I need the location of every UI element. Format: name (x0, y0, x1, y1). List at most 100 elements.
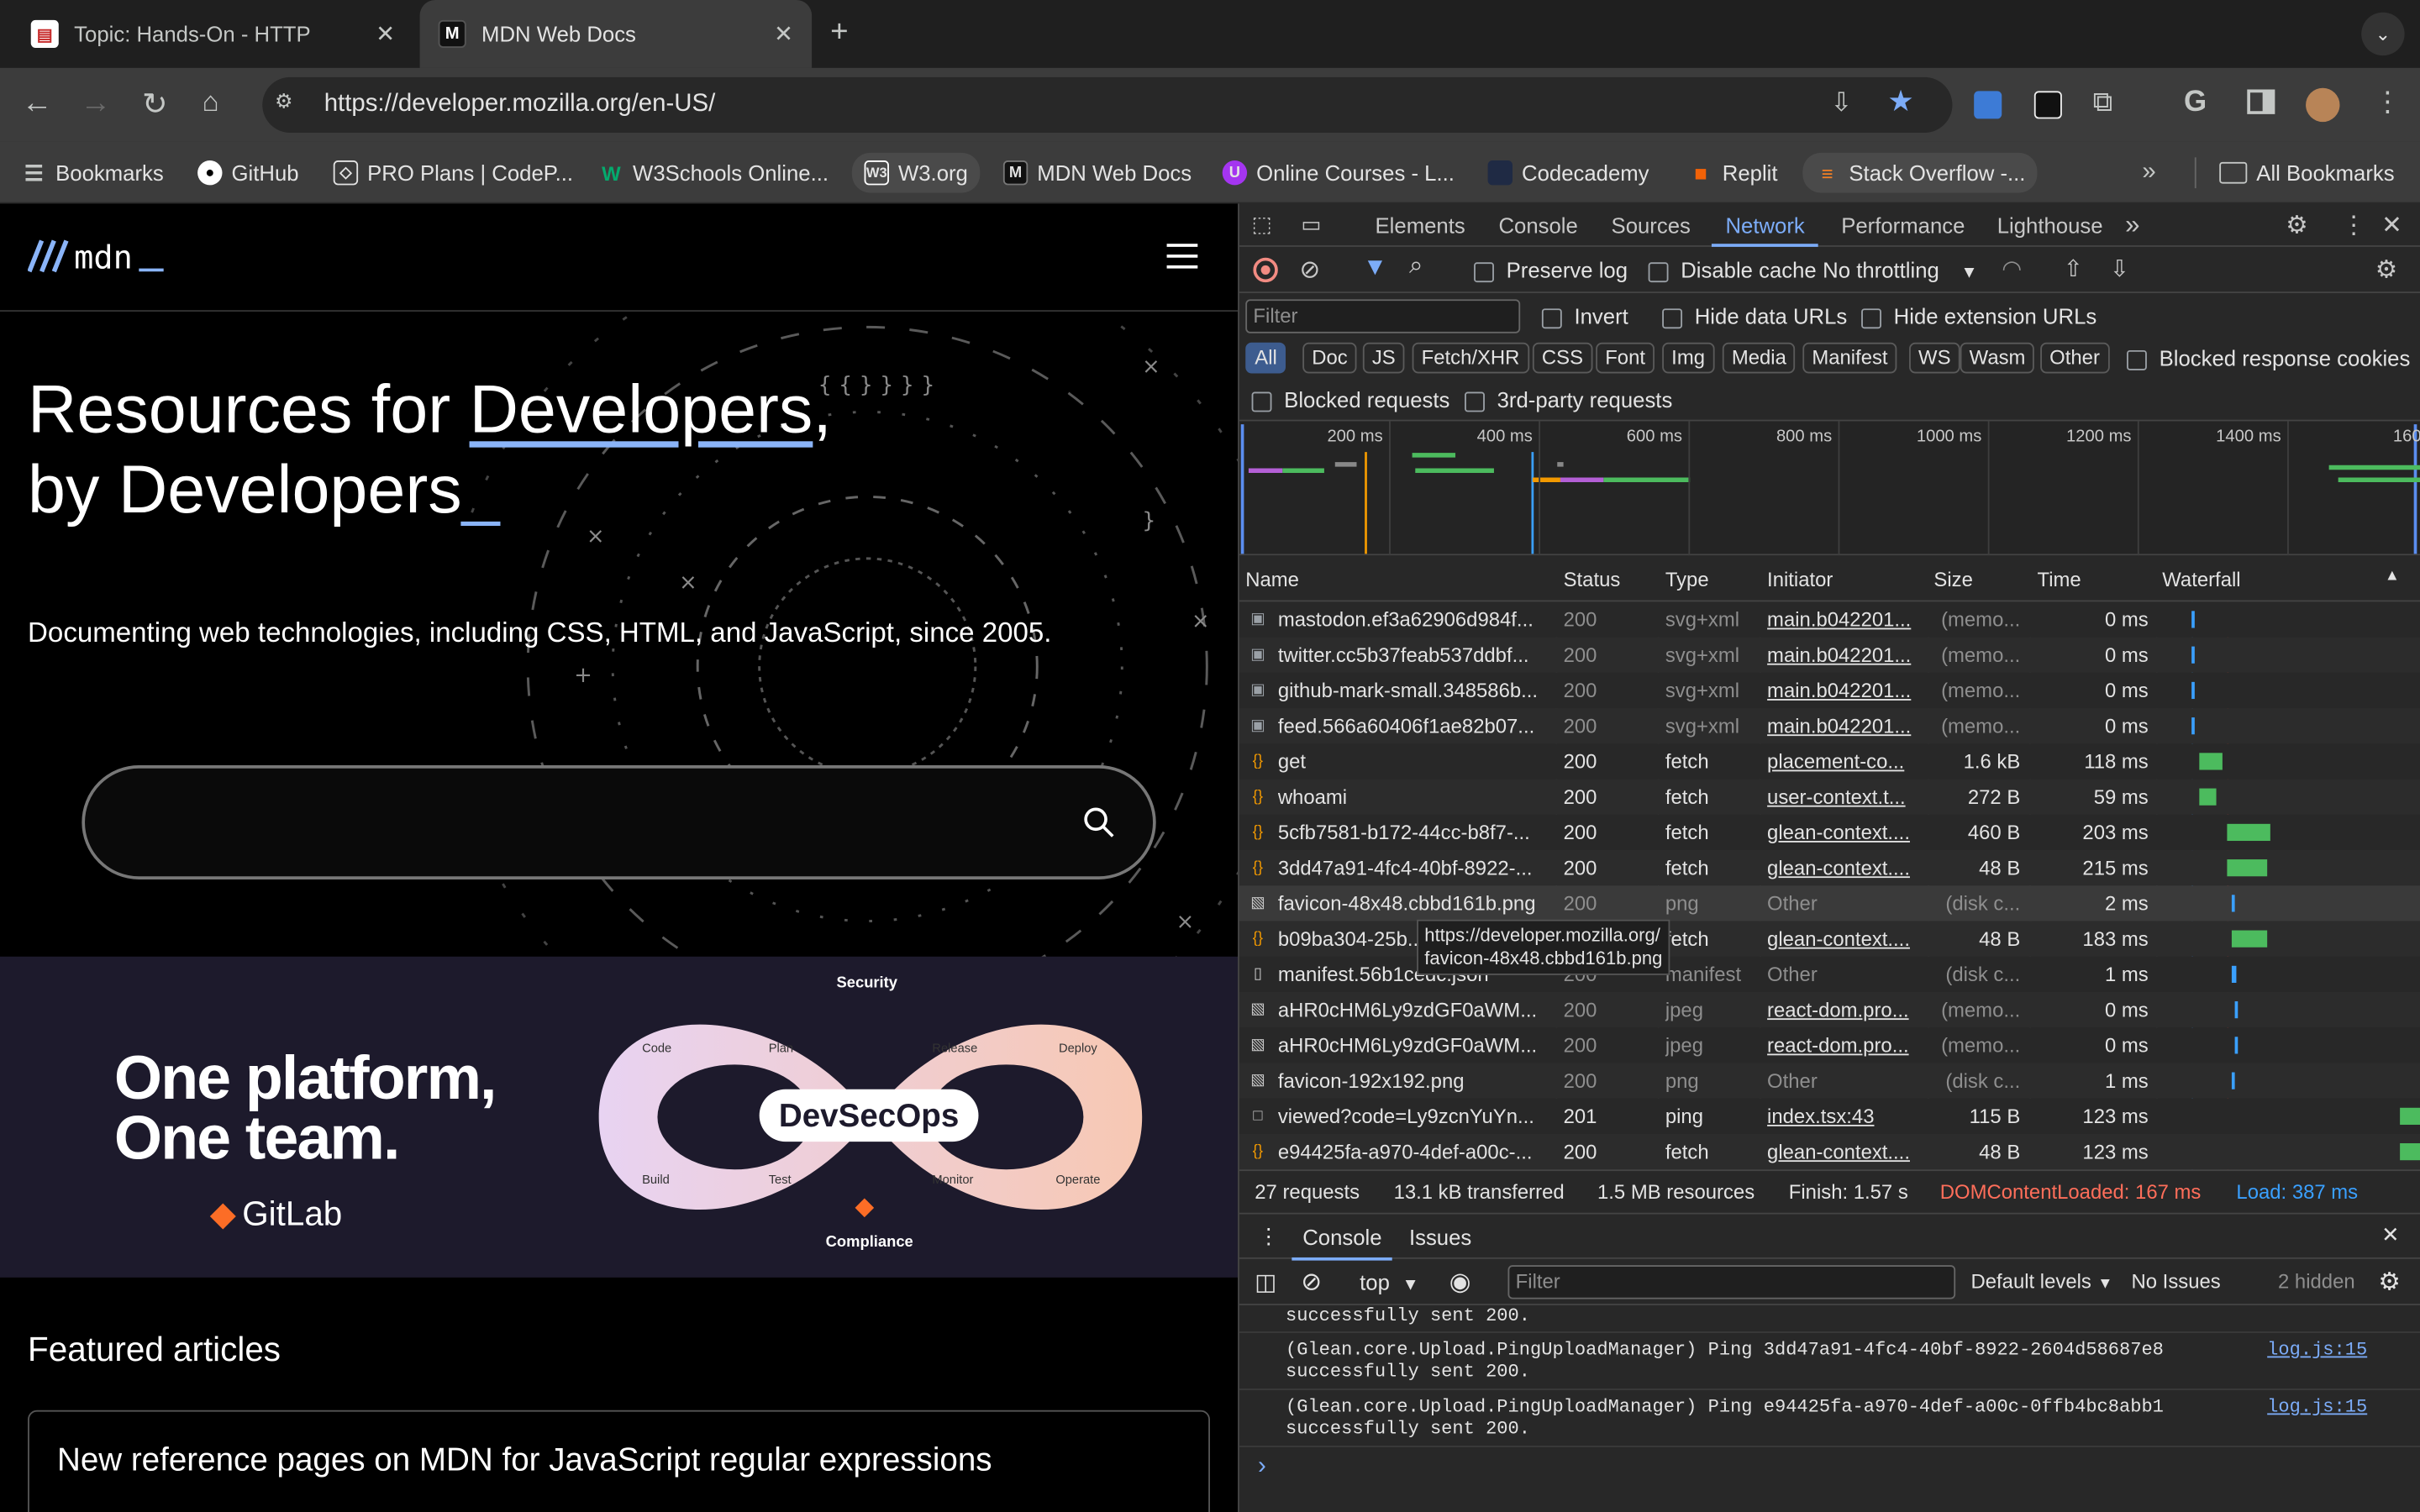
cell-name[interactable]: favicon-48x48.cbbd161b.png (1278, 885, 1549, 921)
cell-initiator[interactable]: Other (1767, 885, 1918, 921)
cell-name[interactable]: aHR0cHM6Ly9zdGF0aWM... (1278, 1027, 1549, 1063)
request-row[interactable]: ▣ github-mark-small.348586b... 200 svg+xml m… (1239, 672, 2420, 709)
hide-extension-urls-checkbox[interactable]: Hide extension URLs (1861, 304, 2096, 328)
close-tab-icon[interactable]: ✕ (774, 20, 793, 48)
filter-chip-fetch[interactable]: Fetch/XHR (1412, 342, 1529, 374)
filter-chip-css[interactable]: CSS (1532, 342, 1593, 374)
forward-icon[interactable]: → (81, 87, 112, 122)
request-row[interactable]: ▣ feed.566a60406f1ae82b07... 200 svg+xml mai… (1239, 708, 2420, 744)
search-icon[interactable]: ⌕ (1409, 253, 1423, 281)
cell-name[interactable]: github-mark-small.348586b... (1278, 673, 1549, 708)
request-row[interactable]: ▣ mastodon.ef3a62906d984f... 200 svg+xml mai… (1239, 601, 2420, 638)
article-card[interactable]: New reference pages on MDN for JavaScrip… (28, 1410, 1210, 1512)
extension-icon[interactable] (1974, 91, 2002, 119)
cell-initiator[interactable]: glean-context.... (1767, 921, 1918, 957)
tab-console[interactable]: Console (1498, 203, 1577, 246)
column-header-time[interactable]: Time (2037, 568, 2081, 591)
more-tabs-icon[interactable]: » (2125, 203, 2139, 246)
bookmark-item[interactable]: U Online Courses - L... (1222, 155, 1455, 192)
console-settings-icon[interactable]: ⚙ (2378, 1267, 2400, 1298)
drawer-tab-console[interactable]: Console (1292, 1215, 1393, 1261)
filter-chip-js[interactable]: JS (1362, 342, 1405, 374)
cell-initiator[interactable]: index.tsx:43 (1767, 1099, 1918, 1134)
cell-initiator[interactable]: react-dom.pro... (1767, 992, 1918, 1027)
bookmark-item[interactable]: Codecademy (1487, 155, 1649, 192)
close-devtools-icon[interactable]: ✕ (2381, 210, 2402, 241)
column-header-name[interactable]: Name (1245, 568, 1299, 591)
address-bar[interactable]: ⚙ https://developer.mozilla.org/en-US/ ⇩… (262, 76, 1953, 133)
request-row[interactable]: ▧ aHR0cHM6Ly9zdGF0aWM... 200 jpeg react-dom.… (1239, 992, 2420, 1028)
request-row[interactable]: ▧ aHR0cHM6Ly9zdGF0aWM... 200 jpeg react-dom.… (1239, 1027, 2420, 1063)
source-link[interactable]: log.js:15 (2267, 1339, 2367, 1361)
extension-icon[interactable] (2033, 91, 2062, 119)
reload-icon[interactable]: ↻ (142, 85, 168, 123)
live-expression-eye-icon[interactable]: ◉ (1449, 1267, 1471, 1298)
close-drawer-icon[interactable]: ✕ (2381, 1222, 2400, 1248)
bookmark-item[interactable]: W W3Schools Online... (599, 155, 829, 192)
bookmark-item[interactable]: M MDN Web Docs (1002, 155, 1192, 192)
tab-search-icon[interactable]: ⌄ (2361, 12, 2405, 56)
column-header-status[interactable]: Status (1564, 568, 1621, 591)
cell-initiator[interactable]: glean-context.... (1767, 850, 1918, 885)
avatar[interactable] (2306, 87, 2340, 123)
cell-initiator[interactable]: main.b042201... (1767, 673, 1918, 708)
device-toolbar-icon[interactable]: ▭ (1301, 212, 1321, 238)
request-row[interactable]: □ viewed?code=Ly9zcnYuYn... 201 ping index.t… (1239, 1098, 2420, 1134)
bookmark-star-icon[interactable]: ★ (1887, 85, 1913, 120)
more-options-icon[interactable]: ⋮ (2341, 210, 2365, 241)
drawer-tab-issues[interactable]: Issues (1409, 1225, 1471, 1249)
export-har-icon[interactable]: ⇩ (2110, 255, 2129, 282)
cell-name[interactable]: favicon-192x192.png (1278, 1063, 1549, 1099)
column-header-type[interactable]: Type (1665, 568, 1709, 591)
drawer-menu-icon[interactable]: ⋮ (1258, 1224, 1280, 1250)
cell-name[interactable]: twitter.cc5b37feab537ddbf... (1278, 638, 1549, 673)
console-filter-input[interactable]: Filter (1507, 1265, 1956, 1299)
menu-icon[interactable]: ⋮ (2374, 87, 2402, 119)
network-conditions-icon[interactable]: ◠ (2002, 255, 2022, 282)
article-title[interactable]: New reference pages on MDN for JavaScrip… (57, 1442, 992, 1479)
cell-initiator[interactable]: main.b042201... (1767, 638, 1918, 673)
close-tab-icon[interactable]: ✕ (376, 20, 395, 48)
site-info-icon[interactable]: ⚙ (275, 90, 292, 114)
throttling-select[interactable]: No throttling ▼ (1823, 258, 1977, 282)
cell-initiator[interactable]: Other (1767, 1063, 1918, 1099)
hamburger-menu-icon[interactable] (1166, 244, 1198, 269)
filter-funnel-icon[interactable]: ▼ (1363, 255, 1387, 282)
filter-chip-media[interactable]: Media (1722, 342, 1796, 374)
request-row[interactable]: {} get 200 fetch placement-co... 1.6 kB 118 ms (1239, 743, 2420, 780)
cell-name[interactable]: get (1278, 743, 1549, 779)
bookmark-item[interactable]: ☰ Bookmarks (22, 155, 164, 192)
search-icon[interactable] (1082, 806, 1116, 839)
console-sidebar-icon[interactable]: ◫ (1255, 1268, 1276, 1296)
tab-http[interactable]: ▤ Topic: Hands-On - HTTP ✕ (13, 0, 414, 68)
url-text[interactable]: https://developer.mozilla.org/en-US/ (324, 91, 716, 118)
cell-name[interactable]: whoami (1278, 780, 1549, 815)
request-row[interactable]: ▧ favicon-192x192.png 200 png Other (disk c..… (1239, 1063, 2420, 1099)
console-prompt[interactable]: › (1258, 1453, 1266, 1481)
filter-chip-manifest[interactable]: Manifest (1802, 342, 1897, 374)
hide-data-urls-checkbox[interactable]: Hide data URLs (1662, 304, 1847, 328)
filter-chip-doc[interactable]: Doc (1302, 342, 1357, 374)
settings-gear-icon[interactable]: ⚙ (2286, 210, 2307, 241)
source-link[interactable]: log.js:15 (2267, 1396, 2367, 1418)
tab-network[interactable]: Network (1711, 203, 1819, 247)
home-icon[interactable]: ⌂ (203, 87, 219, 119)
request-row[interactable]: ▧ favicon-48x48.cbbd161b.png 200 png Other (d… (1239, 885, 2420, 921)
gitlab-ad[interactable]: One platform, One team. ◆ GitLab DevSecOps… (0, 956, 1239, 1278)
blocked-cookies-checkbox[interactable]: Blocked response cookies (2127, 345, 2410, 370)
search-input[interactable] (82, 765, 1156, 879)
no-issues-label[interactable]: No Issues (2132, 1270, 2221, 1294)
invert-checkbox[interactable]: Invert (1541, 304, 1628, 328)
filter-chip-font[interactable]: Font (1596, 342, 1655, 374)
clear-console-icon[interactable]: ⊘ (1301, 1267, 1322, 1298)
cell-name[interactable]: e94425fa-a970-4def-a00c-... (1278, 1134, 1549, 1169)
bookmark-item[interactable]: W3 W3.org (851, 152, 981, 193)
cell-name[interactable]: viewed?code=Ly9zcnYuYn... (1278, 1099, 1549, 1134)
new-tab-icon[interactable]: + (830, 15, 848, 50)
third-party-checkbox[interactable]: 3rd-party requests (1465, 387, 1672, 412)
bookmark-item[interactable]: ≡ Stack Overflow -... (1802, 152, 2039, 193)
request-row[interactable]: {} e94425fa-a970-4def-a00c-... 200 fetch gle… (1239, 1133, 2420, 1170)
cell-initiator[interactable]: placement-co... (1767, 743, 1918, 779)
filter-chip-ws[interactable]: WS (1909, 342, 1960, 374)
context-select[interactable]: top ▼ (1360, 1270, 1418, 1294)
